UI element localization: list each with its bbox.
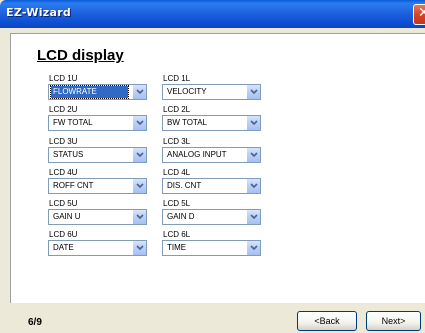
chevron-down-icon <box>136 214 144 220</box>
dropdown-arrow-button[interactable] <box>132 85 146 99</box>
lcd-6u-label: LCD 6U <box>49 230 78 239</box>
lcd-5l-value: GAIN D <box>167 212 195 221</box>
dropdown-arrow-button[interactable] <box>132 179 146 193</box>
dropdown-arrow-button[interactable] <box>246 116 260 130</box>
chevron-down-icon <box>250 245 258 251</box>
lcd-3u-dropdown[interactable]: STATUS <box>48 147 147 163</box>
lcd-3l-value: ANALOG INPUT <box>167 150 227 159</box>
lcd-1u-dropdown[interactable]: FLOWRATE <box>48 84 147 100</box>
lcd-5u-dropdown[interactable]: GAIN U <box>48 209 147 225</box>
lcd-5l-label: LCD 5L <box>163 199 191 208</box>
chevron-down-icon <box>250 152 258 158</box>
page-indicator: 6/9 <box>28 317 42 328</box>
lcd-5l-dropdown[interactable]: GAIN D <box>162 209 261 225</box>
chevron-down-icon <box>136 183 144 189</box>
lcd-3u-value: STATUS <box>53 150 84 159</box>
lcd-1l-value: VELOCITY <box>167 87 207 96</box>
lcd-6u-dropdown[interactable]: DATE <box>48 240 147 256</box>
lcd-3u-label: LCD 3U <box>49 137 78 146</box>
page-heading: LCD display <box>37 47 124 64</box>
lcd-4l-label: LCD 4L <box>163 168 191 177</box>
lcd-2u-value: FW TOTAL <box>53 118 93 127</box>
chevron-down-icon <box>136 120 144 126</box>
dropdown-arrow-button[interactable] <box>132 210 146 224</box>
lcd-2l-dropdown[interactable]: BW TOTAL <box>162 115 261 131</box>
dropdown-arrow-button[interactable] <box>246 148 260 162</box>
dropdown-arrow-button[interactable] <box>246 179 260 193</box>
chevron-down-icon <box>250 183 258 189</box>
chevron-down-icon <box>136 89 144 95</box>
lcd-2u-dropdown[interactable]: FW TOTAL <box>48 115 147 131</box>
lcd-3l-label: LCD 3L <box>163 137 191 146</box>
lcd-4u-label: LCD 4U <box>49 168 78 177</box>
dropdown-arrow-button[interactable] <box>132 148 146 162</box>
lcd-2l-value: BW TOTAL <box>167 118 208 127</box>
lcd-1l-dropdown[interactable]: VELOCITY <box>162 84 261 100</box>
wizard-footer: 6/9 <Back Next> <box>0 303 425 333</box>
content-panel: LCD display LCD 1U FLOWRATE LCD 1L VELOC… <box>10 33 425 304</box>
chevron-down-icon <box>250 89 258 95</box>
lcd-2u-label: LCD 2U <box>49 105 78 114</box>
chevron-down-icon <box>250 120 258 126</box>
title-bar[interactable]: EZ-Wizard ✕ <box>0 0 425 28</box>
lcd-6u-value: DATE <box>53 243 74 252</box>
lcd-1l-label: LCD 1L <box>163 74 191 83</box>
next-button[interactable]: Next> <box>366 311 421 331</box>
lcd-6l-value: TIME <box>167 243 187 252</box>
lcd-6l-dropdown[interactable]: TIME <box>162 240 261 256</box>
dropdown-arrow-button[interactable] <box>246 210 260 224</box>
lcd-4u-dropdown[interactable]: ROFF CNT <box>48 178 147 194</box>
chevron-down-icon <box>136 152 144 158</box>
lcd-1u-value: FLOWRATE <box>50 85 129 99</box>
close-button[interactable]: ✕ <box>413 4 425 25</box>
lcd-4l-dropdown[interactable]: DIS. CNT <box>162 178 261 194</box>
lcd-3l-dropdown[interactable]: ANALOG INPUT <box>162 147 261 163</box>
chevron-down-icon <box>250 214 258 220</box>
lcd-4l-value: DIS. CNT <box>167 181 202 190</box>
lcd-4u-value: ROFF CNT <box>53 181 94 190</box>
lcd-1u-label: LCD 1U <box>49 74 78 83</box>
lcd-6l-label: LCD 6L <box>163 230 191 239</box>
window-title: EZ-Wizard <box>6 6 72 19</box>
dropdown-arrow-button[interactable] <box>246 241 260 255</box>
lcd-2l-label: LCD 2L <box>163 105 191 114</box>
wizard-window: EZ-Wizard ✕ LCD display LCD 1U FLOWRATE … <box>0 0 425 333</box>
dropdown-arrow-button[interactable] <box>132 116 146 130</box>
close-icon: ✕ <box>418 5 425 21</box>
dropdown-arrow-button[interactable] <box>132 241 146 255</box>
dropdown-arrow-button[interactable] <box>246 85 260 99</box>
lcd-5u-label: LCD 5U <box>49 199 78 208</box>
chevron-down-icon <box>136 245 144 251</box>
back-button[interactable]: <Back <box>297 311 357 331</box>
lcd-5u-value: GAIN U <box>53 212 81 221</box>
